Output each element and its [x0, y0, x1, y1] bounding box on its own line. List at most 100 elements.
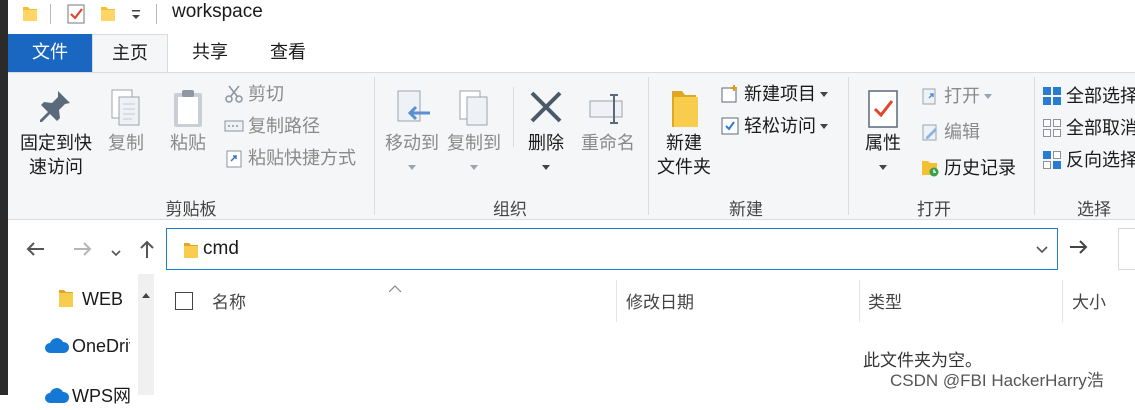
chevron-down-icon — [984, 94, 992, 99]
tab-view[interactable]: 查看 — [254, 34, 322, 72]
back-arrow-icon[interactable] — [24, 238, 46, 266]
nav-item-onedrive[interactable]: OneDrive — [44, 336, 130, 360]
invert-selection-icon — [1042, 150, 1062, 170]
folder-icon — [183, 241, 199, 264]
easy-access-icon — [720, 116, 740, 136]
delete-x-icon — [520, 87, 572, 131]
ribbon: 固定到快 速访问 复制 粘贴 剪切 复制路径 粘贴快捷方式 剪贴板 移动到 复制… — [8, 72, 1135, 220]
rename-button[interactable]: 重命名 — [576, 87, 640, 155]
new-folder-icon — [652, 87, 716, 131]
edit-icon — [920, 122, 940, 142]
new-group-label: 新建 — [729, 200, 763, 219]
customize-quick-access-icon[interactable] — [130, 8, 142, 27]
cloud-icon — [44, 337, 70, 360]
column-header-type[interactable]: 类型 — [868, 288, 902, 313]
cloud-icon — [44, 387, 70, 410]
navigation-pane: WEB OneDrive WPS网盘 — [8, 274, 154, 406]
chevron-down-icon — [542, 165, 550, 170]
select-all-checkbox[interactable] — [175, 292, 193, 310]
copy-icon — [100, 87, 152, 131]
chevron-down-icon — [879, 165, 887, 170]
column-header-modified[interactable]: 修改日期 — [626, 288, 694, 313]
paste-shortcut-button[interactable]: 粘贴快捷方式 — [224, 145, 356, 171]
group-separator — [374, 77, 375, 215]
address-row: cmd — [8, 226, 1135, 274]
group-separator — [848, 77, 849, 215]
copy-to-button[interactable]: 复制到 — [442, 87, 506, 179]
ribbon-tabs: 文件 主页 共享 查看 — [8, 34, 1135, 72]
sort-ascending-icon — [388, 280, 402, 298]
folder-icon — [58, 288, 74, 313]
cut-button[interactable]: 剪切 — [224, 81, 284, 107]
nav-item-web[interactable]: WEB — [58, 288, 123, 313]
column-header-size[interactable]: 大小 — [1072, 288, 1106, 313]
column-header-name[interactable]: 名称 — [212, 288, 246, 313]
select-none-button[interactable]: 全部取消 — [1042, 115, 1135, 141]
easy-access-button[interactable]: 轻松访问 — [720, 113, 828, 139]
window-title: workspace — [172, 1, 263, 22]
organize-group-label: 组织 — [493, 200, 527, 219]
go-arrow-icon[interactable] — [1068, 236, 1090, 264]
separator — [513, 87, 514, 147]
new-item-button[interactable]: 新建项目 — [720, 81, 828, 107]
move-to-icon — [380, 87, 444, 131]
nav-scrollbar[interactable] — [138, 274, 154, 395]
pin-icon — [16, 87, 96, 131]
pin-to-quick-access-button[interactable]: 固定到快 速访问 — [16, 87, 96, 179]
column-separator[interactable] — [859, 280, 860, 322]
delete-button[interactable]: 删除 — [520, 87, 572, 179]
new-item-icon — [720, 84, 740, 104]
clipboard-group-label: 剪贴板 — [165, 200, 217, 219]
recent-locations-chevron-icon[interactable] — [110, 242, 122, 265]
scroll-up-icon[interactable] — [141, 286, 151, 304]
folder-icon — [22, 4, 38, 27]
chevron-down-icon — [408, 165, 416, 170]
paste-shortcut-icon — [224, 148, 244, 168]
chevron-down-icon — [820, 92, 828, 97]
copy-path-button[interactable]: 复制路径 — [224, 113, 320, 139]
new-folder-button[interactable]: 新建 文件夹 — [652, 87, 716, 179]
new-folder-quick-icon[interactable] — [100, 4, 116, 27]
select-group-label: 选择 — [1077, 200, 1111, 219]
address-path: cmd — [203, 238, 239, 259]
title-bar: workspace — [8, 0, 1135, 30]
left-edge — [0, 0, 8, 395]
properties-quick-icon[interactable] — [66, 3, 86, 30]
open-icon — [920, 86, 940, 106]
scissors-icon — [224, 84, 244, 104]
address-dropdown-chevron-icon[interactable] — [1035, 243, 1049, 261]
chevron-down-icon — [820, 124, 828, 129]
search-box[interactable] — [1118, 228, 1135, 270]
invert-selection-button[interactable]: 反向选择 — [1042, 147, 1135, 173]
nav-item-wps[interactable]: WPS网盘 — [44, 382, 130, 410]
select-none-icon — [1042, 118, 1062, 138]
copy-button[interactable]: 复制 — [100, 87, 152, 155]
column-separator[interactable] — [1062, 280, 1063, 322]
tab-home[interactable]: 主页 — [92, 34, 168, 72]
paste-button[interactable]: 粘贴 — [162, 87, 214, 155]
copy-path-icon — [224, 116, 244, 136]
move-to-button[interactable]: 移动到 — [380, 87, 444, 179]
tab-file[interactable]: 文件 — [8, 34, 92, 72]
history-icon — [920, 158, 940, 178]
rename-icon — [576, 87, 640, 131]
clipboard-icon — [162, 87, 214, 131]
address-bar[interactable]: cmd — [166, 228, 1058, 270]
properties-button[interactable]: 属性 — [856, 87, 910, 179]
chevron-down-icon — [470, 165, 478, 170]
edit-button[interactable]: 编辑 — [920, 119, 980, 145]
history-button[interactable]: 历史记录 — [920, 155, 1016, 181]
separator — [50, 4, 51, 24]
up-arrow-icon[interactable] — [136, 238, 158, 266]
forward-arrow-icon[interactable] — [72, 238, 94, 266]
separator — [156, 4, 157, 24]
tab-share[interactable]: 共享 — [178, 34, 242, 72]
column-separator[interactable] — [616, 280, 617, 322]
group-separator — [1034, 77, 1035, 215]
select-all-button[interactable]: 全部选择 — [1042, 83, 1135, 109]
open-group-label: 打开 — [917, 200, 951, 219]
group-separator — [648, 77, 649, 215]
select-all-icon — [1042, 86, 1062, 106]
open-button[interactable]: 打开 — [920, 83, 992, 109]
copy-to-icon — [442, 87, 506, 131]
